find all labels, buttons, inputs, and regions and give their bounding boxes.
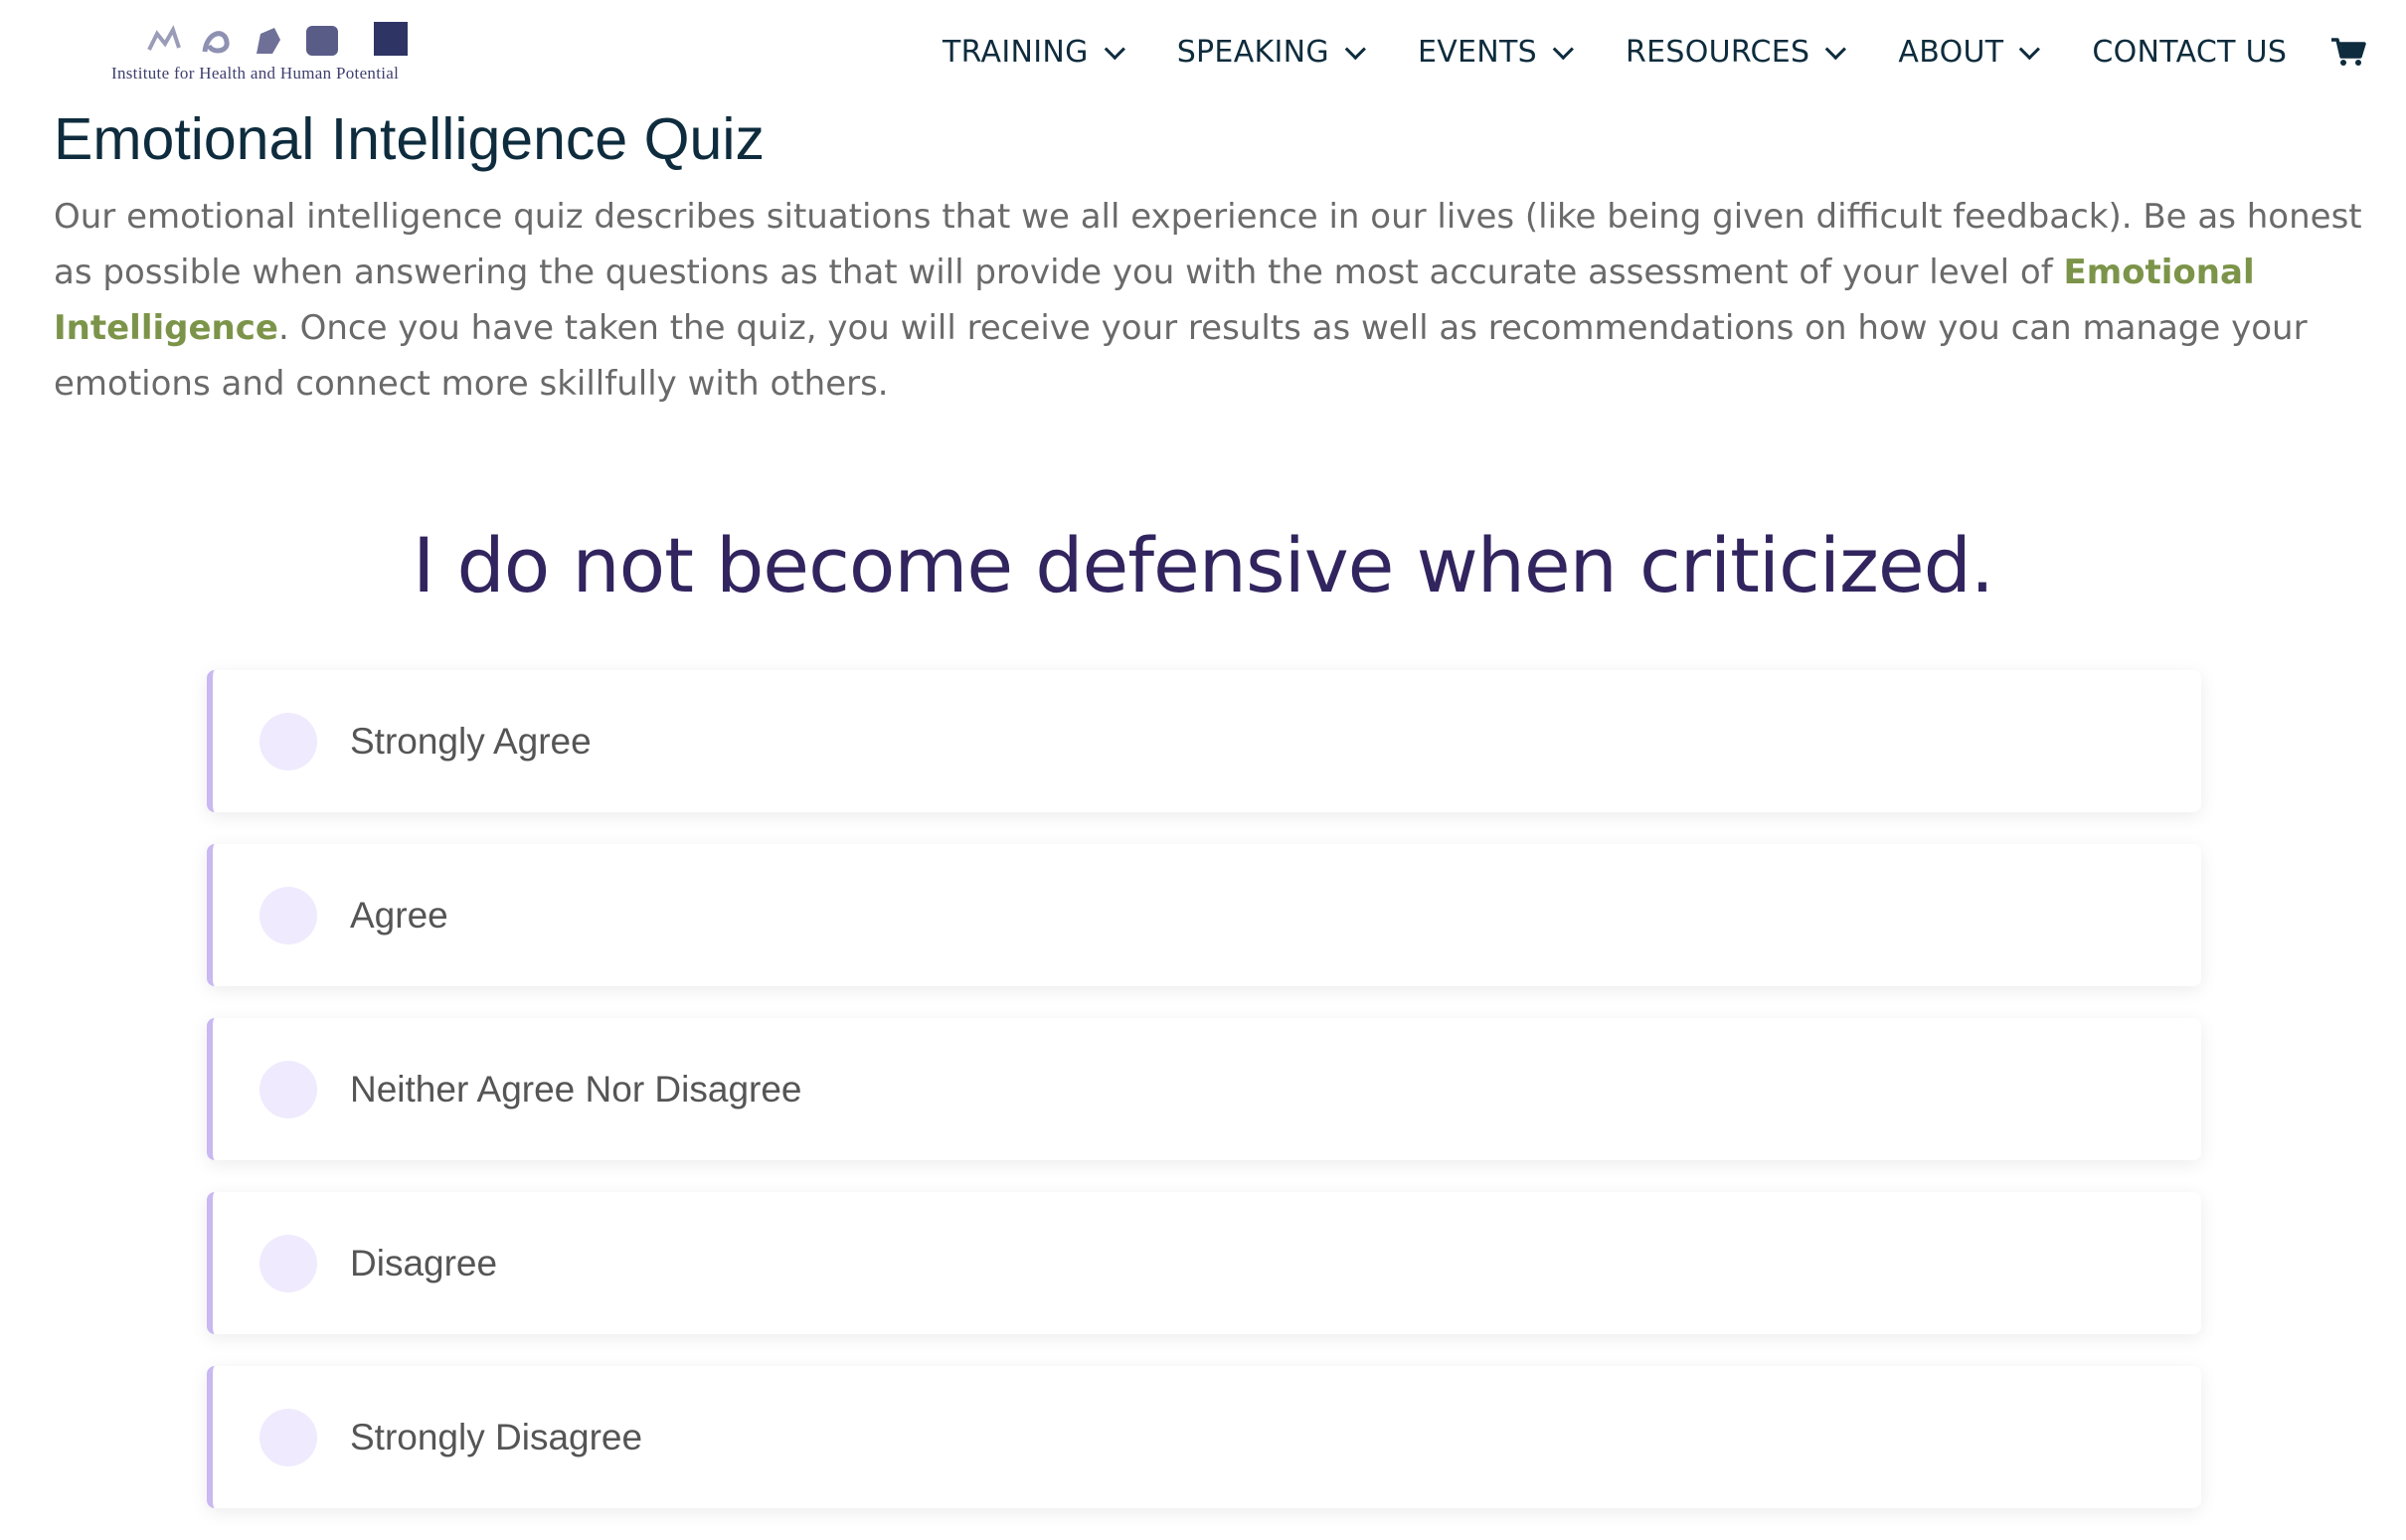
chevron-down-icon xyxy=(1104,38,1125,60)
nav-speaking-label: SPEAKING xyxy=(1176,34,1329,70)
chevron-down-icon xyxy=(1825,38,1847,60)
nav-speaking[interactable]: SPEAKING xyxy=(1176,34,1366,70)
nav-events[interactable]: EVENTS xyxy=(1417,34,1574,70)
option-strongly-disagree[interactable]: Strongly Disagree xyxy=(207,1366,2201,1508)
shopping-cart-icon[interactable] xyxy=(2330,37,2366,67)
nav-contact-us-label: CONTACT US xyxy=(2092,34,2288,70)
nav-about[interactable]: ABOUT xyxy=(1898,34,2041,70)
logo[interactable]: Institute for Health and Human Potential xyxy=(111,20,420,83)
page-title: Emotional Intelligence Quiz xyxy=(54,106,765,172)
nav-training[interactable]: TRAINING xyxy=(943,34,1125,70)
logo-marks-icon xyxy=(147,22,408,56)
nav-contact-us[interactable]: CONTACT US xyxy=(2092,35,2287,70)
option-label: Neither Agree Nor Disagree xyxy=(350,1069,802,1110)
option-strongly-agree[interactable]: Strongly Agree xyxy=(207,670,2201,812)
radio-button[interactable] xyxy=(259,887,317,944)
intro-text-end: . Once you have taken the quiz, you will… xyxy=(54,308,2308,404)
intro-paragraph: Our emotional intelligence quiz describe… xyxy=(54,189,2380,412)
nav-resources-label: RESOURCES xyxy=(1625,34,1810,70)
site-header: Institute for Health and Human Potential… xyxy=(0,0,2406,104)
option-label: Strongly Agree xyxy=(350,721,592,762)
chevron-down-icon xyxy=(2019,38,2041,60)
nav-about-label: ABOUT xyxy=(1898,34,2004,70)
quiz-question: I do not become defensive when criticize… xyxy=(412,521,1994,609)
radio-button[interactable] xyxy=(259,713,317,770)
option-label: Agree xyxy=(350,895,448,936)
intro-text-start: Our emotional intelligence quiz describe… xyxy=(54,197,2362,292)
logo-text: Institute for Health and Human Potential xyxy=(111,64,400,83)
option-neither-agree-nor-disagree[interactable]: Neither Agree Nor Disagree xyxy=(207,1018,2201,1160)
nav-events-label: EVENTS xyxy=(1417,34,1537,70)
option-disagree[interactable]: Disagree xyxy=(207,1192,2201,1334)
option-label: Strongly Disagree xyxy=(350,1417,643,1457)
option-label: Disagree xyxy=(350,1243,498,1283)
radio-button[interactable] xyxy=(259,1235,317,1292)
answer-options: Strongly Agree Agree Neither Agree Nor D… xyxy=(207,670,2201,1540)
option-agree[interactable]: Agree xyxy=(207,844,2201,986)
chevron-down-icon xyxy=(1552,38,1574,60)
radio-button[interactable] xyxy=(259,1061,317,1118)
main-nav: TRAINING SPEAKING EVENTS RESOURCES ABOUT… xyxy=(943,30,2366,74)
chevron-down-icon xyxy=(1344,38,1366,60)
nav-training-label: TRAINING xyxy=(943,34,1089,70)
nav-resources[interactable]: RESOURCES xyxy=(1625,34,1847,70)
radio-button[interactable] xyxy=(259,1409,317,1466)
